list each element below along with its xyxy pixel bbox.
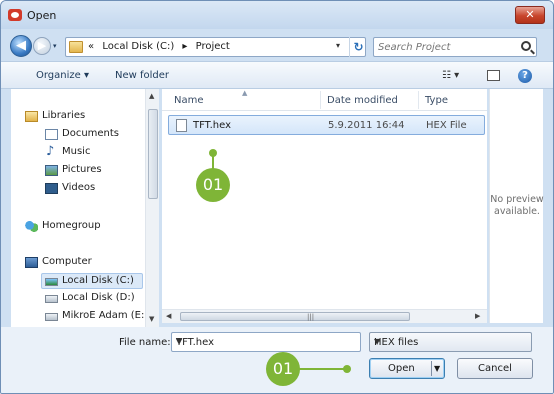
documents-icon [45,129,58,140]
file-name-field[interactable]: TFT.hex ▼ [171,332,361,352]
window-title: Open [27,9,57,22]
split-divider [431,361,432,376]
videos-icon [45,183,58,194]
horizontal-scrollbar-thumb[interactable]: ||| [180,312,410,321]
file-list-header: ▲ Name Date modified Type [162,89,487,111]
annotation-dot [343,365,351,373]
file-row[interactable]: TFT.hex 5.9.2011 16:44 HEX File [168,115,485,135]
chevron-down-icon[interactable]: ▼ [374,337,525,346]
open-button[interactable]: Open ▼ [369,358,445,379]
column-divider[interactable] [320,91,321,109]
annotation-marker-open: 01 [266,352,300,386]
search-input[interactable] [378,40,516,54]
navigation-pane: Libraries Documents Music Pictures Video… [11,89,159,327]
close-button[interactable]: ✕ [515,6,545,24]
file-icon [176,119,187,132]
help-icon[interactable]: ? [518,69,532,83]
chevron-down-icon[interactable]: ▼ [176,337,354,346]
breadcrumb-local-disk-c[interactable]: Local Disk (C:) [102,41,174,52]
recent-pages-dropdown-icon[interactable]: ▾ [53,43,61,50]
homegroup-icon [25,221,38,232]
annotation-marker-file: 01 [196,168,230,202]
scroll-up-icon[interactable]: ▲ [149,92,154,100]
address-dropdown-icon[interactable]: ▾ [336,41,340,50]
open-button-label: Open [388,363,415,374]
scrollbar-thumb[interactable] [148,109,158,199]
column-type[interactable]: Type [425,95,448,106]
address-bar[interactable]: « Local Disk (C:) ▸ Project ▾ ↻ [65,37,366,57]
open-options-icon[interactable]: ▼ [434,359,440,378]
file-list[interactable]: TFT.hex 5.9.2011 16:44 HEX File [162,111,487,309]
annotation-line [212,153,214,169]
toolbar: Organize ▾ New folder ☷ ▾ ? [1,61,553,89]
back-icon[interactable]: ◀ [10,35,32,57]
sort-ascending-icon: ▲ [242,89,248,97]
breadcrumb: « Local Disk (C:) ▸ Project [88,41,235,52]
file-date: 5.9.2011 16:44 [328,120,405,131]
scroll-down-icon[interactable]: ▼ [149,315,154,323]
scroll-right-icon[interactable]: ▶ [475,312,480,320]
annotation-line [299,368,345,370]
file-type-filter[interactable]: HEX files ▼ [369,332,532,352]
scroll-left-icon[interactable]: ◀ [166,312,171,320]
computer-icon [25,257,38,268]
preview-pane: No preview available. [489,89,544,323]
column-divider[interactable] [418,91,419,109]
system-drive-icon [45,278,58,286]
folder-icon [69,41,83,53]
refresh-icon[interactable]: ↻ [349,37,367,57]
horizontal-scrollbar[interactable]: ◀ ||| ▶ [162,309,487,323]
preview-pane-icon[interactable] [487,70,500,81]
new-folder-button[interactable]: New folder [115,70,169,81]
libraries-icon [25,111,38,122]
breadcrumb-separator-icon[interactable]: ▸ [182,41,187,52]
cancel-button[interactable]: Cancel [457,358,533,379]
breadcrumb-project[interactable]: Project [196,41,230,52]
search-icon[interactable] [521,41,531,51]
drive-icon [45,313,58,321]
app-icon [8,9,22,21]
open-dialog: Open ✕ ◀ ▶ ▾ « Local Disk (C:) ▸ Project… [0,0,554,394]
no-preview-text: No preview available. [490,194,544,217]
change-view-icon[interactable]: ☷ ▾ [442,70,459,81]
grip-icon: ||| [307,313,315,321]
forward-icon[interactable]: ▶ [33,37,51,55]
navigation-scrollbar[interactable]: ▲ ▼ [145,89,159,327]
column-name[interactable]: Name [174,95,204,106]
pictures-icon [45,165,58,176]
title-bar: Open ✕ [1,1,553,29]
music-icon [45,144,58,159]
nav-item-local-disk-c[interactable]: Local Disk (C:) [41,273,143,289]
column-date-modified[interactable]: Date modified [327,95,398,106]
drive-icon [45,295,58,303]
file-type: HEX File [426,120,467,131]
file-name: TFT.hex [193,120,232,131]
search-box[interactable] [373,37,537,57]
breadcrumb-overflow[interactable]: « [88,41,94,52]
file-name-label: File name: [119,337,171,348]
organize-button[interactable]: Organize ▾ [36,70,89,81]
